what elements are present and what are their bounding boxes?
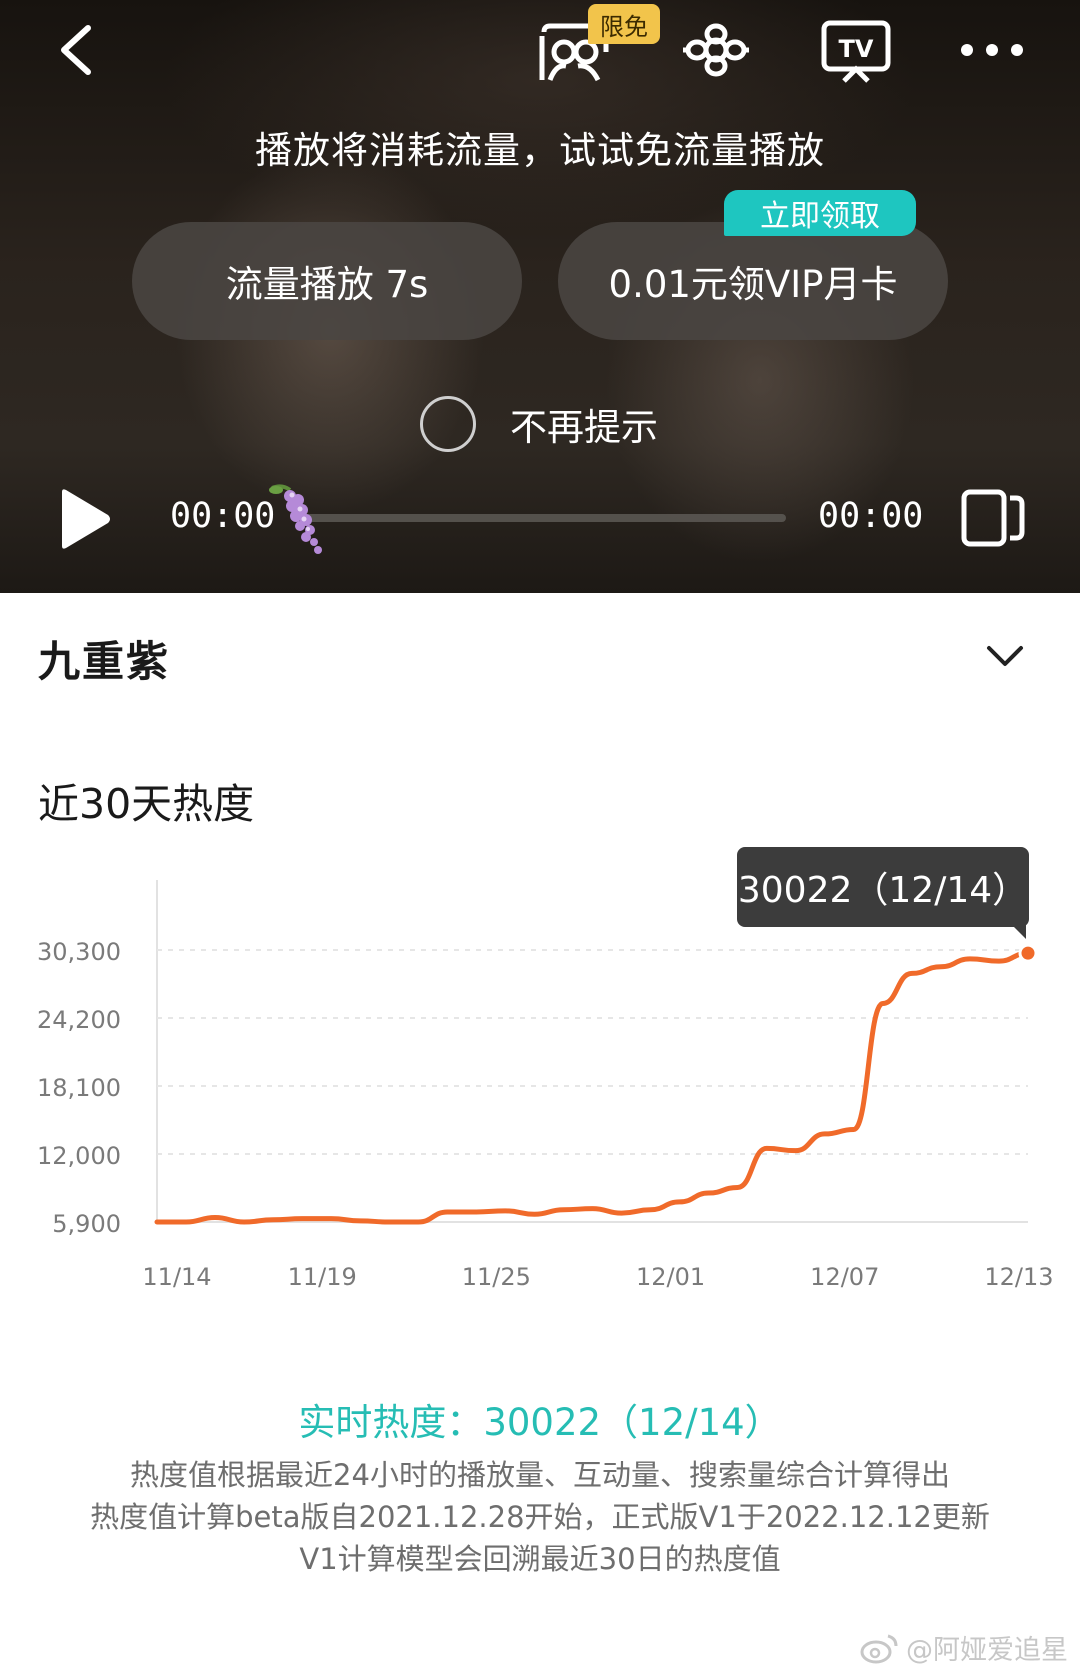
highlighted-point <box>1018 943 1038 963</box>
data-usage-prompt: 播放将消耗流量，试试免流量播放 <box>255 129 825 172</box>
no-remind-label: 不再提示 <box>510 406 658 449</box>
weibo-logo-icon <box>860 1634 898 1663</box>
heat-section-title: 近30天热度 <box>38 780 255 828</box>
heat-series-line <box>154 950 1031 1225</box>
no-remind-radio[interactable] <box>420 396 476 452</box>
more-button[interactable] <box>952 22 1032 78</box>
y-tick-label: 24,200 <box>37 1006 121 1034</box>
claim-now-tag[interactable]: 立即领取 <box>724 190 916 236</box>
no-remind-toggle[interactable]: 不再提示 <box>420 394 658 454</box>
fullscreen-icon <box>961 489 1025 547</box>
free-badge: 限免 <box>588 4 660 44</box>
heat-note-2: 热度值计算beta版自2021.12.28开始，正式版V1于2022.12.12… <box>90 1500 990 1534</box>
y-tick-label: 30,300 <box>37 938 121 966</box>
back-button[interactable] <box>48 18 104 82</box>
expand-details-button[interactable] <box>980 632 1030 682</box>
show-title: 九重紫 <box>38 637 171 686</box>
total-time: 00:00 <box>818 496 924 536</box>
realtime-heat: 实时热度：30022（12/14） <box>298 1401 782 1444</box>
watermark: @阿娅爱追星 <box>860 1628 1068 1667</box>
y-tick-label: 12,000 <box>37 1142 121 1170</box>
y-tick-label: 18,100 <box>37 1074 121 1102</box>
y-tick-label: 5,900 <box>52 1210 121 1238</box>
unicom-logo-icon <box>683 23 749 77</box>
x-tick-label: 11/19 <box>288 1263 357 1291</box>
chevron-down-icon <box>987 646 1023 666</box>
heat-note-1: 热度值根据最近24小时的播放量、互动量、搜索量综合计算得出 <box>130 1458 950 1492</box>
x-tick-label: 11/25 <box>462 1263 531 1291</box>
progress-bar[interactable] <box>300 514 786 522</box>
heat-tooltip: 30022（12/14） <box>737 847 1029 927</box>
tv-cast-button[interactable]: TV <box>818 16 894 86</box>
wisteria-thumb-icon[interactable] <box>262 482 334 556</box>
data-play-button[interactable]: 流量播放 7s <box>132 222 522 340</box>
x-tick-label: 12/07 <box>810 1263 879 1291</box>
fullscreen-button[interactable] <box>958 486 1028 550</box>
current-time: 00:00 <box>170 496 276 536</box>
x-tick-label: 12/13 <box>984 1263 1053 1291</box>
play-icon <box>62 489 110 549</box>
play-button[interactable] <box>54 486 114 552</box>
heat-note-3: V1计算模型会回溯最近30日的热度值 <box>299 1542 781 1576</box>
back-arrow-icon <box>61 25 91 75</box>
x-tick-label: 11/14 <box>142 1263 211 1291</box>
vip-card-button[interactable]: 0.01元领VIP月卡 <box>558 222 948 340</box>
svg-text:TV: TV <box>839 35 874 63</box>
unicom-free-data-button[interactable] <box>676 18 756 82</box>
watermark-text: @阿娅爱追星 <box>906 1635 1068 1666</box>
tv-cast-icon: TV <box>821 20 891 83</box>
more-dots-icon <box>961 44 1023 56</box>
x-tick-label: 12/01 <box>636 1263 705 1291</box>
video-player[interactable]: 限免 TV 播放将消耗流量，试试免流量播放 流量播放 7s 0.01元领VIP月… <box>0 0 1080 593</box>
tooltip-pointer <box>1012 925 1026 939</box>
